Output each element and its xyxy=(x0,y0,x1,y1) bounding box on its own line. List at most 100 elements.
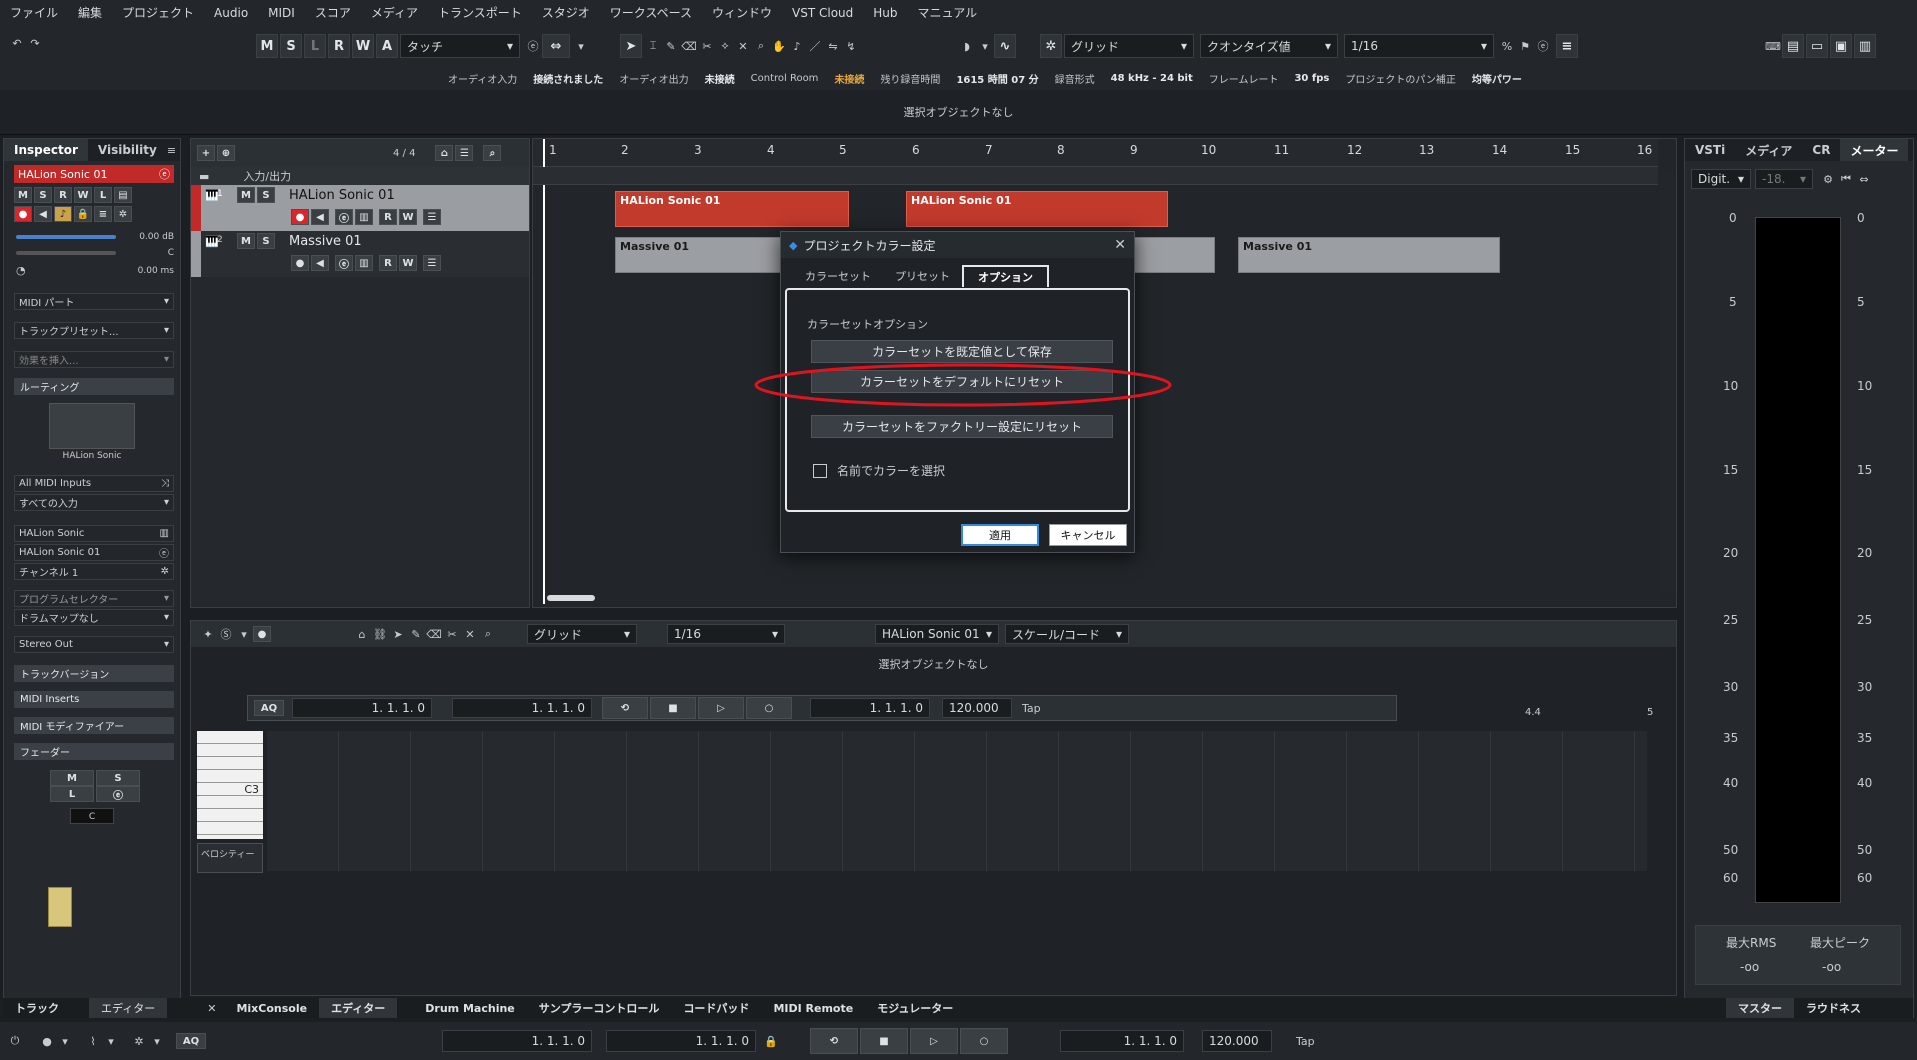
track-record-button[interactable]: ● xyxy=(291,255,309,271)
close-icon[interactable]: ✕ xyxy=(207,1002,216,1015)
bottom-right-locator[interactable]: 1. 1. 1. 0 xyxy=(606,1030,756,1052)
quantize-value-select[interactable]: 1/16 ▾ xyxy=(1344,34,1494,58)
track-solo-button[interactable]: S xyxy=(257,233,275,249)
lanes-icon[interactable]: ≡ xyxy=(1556,34,1578,58)
write-button[interactable]: W xyxy=(352,34,374,58)
volume-value[interactable]: 0.00 dB xyxy=(139,232,174,242)
tap-label[interactable]: Tap xyxy=(1022,702,1041,715)
tab-drum-machine[interactable]: Drum Machine xyxy=(413,998,526,1018)
record-editor-icon[interactable]: ● xyxy=(253,626,271,642)
inspector-freeze-icon[interactable]: ▤ xyxy=(114,187,132,203)
menu-edit[interactable]: 編集 xyxy=(68,0,112,26)
tab-sampler-control[interactable]: サンプラーコントロール xyxy=(527,998,672,1018)
insert-effect-select[interactable]: 効果を挿入... ▾ xyxy=(14,351,174,368)
velocity-lane-label[interactable]: ベロシティー xyxy=(197,843,263,873)
chevron-down-icon[interactable]: ▾ xyxy=(102,1032,120,1050)
fader-handle[interactable] xyxy=(48,887,72,927)
bars-icon[interactable]: ▥ xyxy=(160,528,169,539)
inspector-record-button[interactable]: ● xyxy=(14,206,32,222)
horizontal-scrollbar[interactable] xyxy=(547,595,595,601)
mute-tool-icon[interactable]: ✕ xyxy=(734,37,752,55)
record-icon[interactable]: ○ xyxy=(746,697,792,719)
piano-keyboard[interactable]: C3 xyxy=(197,731,263,839)
vertical-scrollbar[interactable] xyxy=(1660,171,1674,591)
midi-input-select[interactable]: All MIDI Inputs ⤨ xyxy=(14,475,174,492)
channel-select[interactable]: チャンネル 1 ✲ xyxy=(14,563,174,580)
max-peak-value[interactable]: -oo xyxy=(1822,960,1841,974)
track-mute-button[interactable]: M xyxy=(237,233,255,249)
audio-out-value[interactable]: 未接続 xyxy=(697,71,743,86)
edit-instrument-icon[interactable]: ⓔ xyxy=(159,166,170,182)
midi-inserts-section[interactable]: MIDI Inserts xyxy=(14,691,174,708)
all-inputs-select[interactable]: すべての入力 ▾ xyxy=(14,494,174,511)
automation-button[interactable]: A xyxy=(376,34,398,58)
punch-icon[interactable]: ✲ xyxy=(130,1032,148,1050)
clip-massive-2[interactable]: Massive 01 xyxy=(1238,237,1500,273)
primary-time-display[interactable]: 1. 1. 1. 0 xyxy=(810,698,930,718)
select-tool-icon[interactable]: ➤ xyxy=(389,625,407,643)
power-icon[interactable]: ⏻ xyxy=(6,1032,24,1050)
track-record-button[interactable]: ● xyxy=(291,209,309,225)
right-zone-icon[interactable]: ▥ xyxy=(1854,34,1876,58)
apply-button[interactable]: 適用 xyxy=(961,524,1039,546)
rec-format-value[interactable]: 48 kHz - 24 bit xyxy=(1103,73,1201,84)
waveform-icon[interactable]: ⌇ xyxy=(84,1032,102,1050)
track-lanes-icon[interactable]: ☰ xyxy=(423,209,441,225)
shuffle-icon[interactable]: ⤨ xyxy=(161,478,169,489)
bottom-auto-quantize-button[interactable]: AQ xyxy=(176,1033,206,1049)
rec-time-value[interactable]: 1615 時間 07 分 xyxy=(948,71,1046,86)
solo-all-button[interactable]: S xyxy=(280,34,302,58)
menu-project[interactable]: プロジェクト xyxy=(112,0,204,26)
max-rms-value[interactable]: -oo xyxy=(1740,960,1759,974)
chevron-down-icon[interactable]: ▾ xyxy=(148,1032,166,1050)
dialog-tab-preset[interactable]: プリセット xyxy=(883,268,962,284)
tab-mixconsole[interactable]: MixConsole xyxy=(224,998,319,1018)
routing-section[interactable]: ルーティング xyxy=(14,378,174,395)
inspector-listen-button[interactable]: L xyxy=(94,187,112,203)
pencil-icon[interactable]: ✎ xyxy=(407,625,425,643)
lower-zone-icon[interactable]: ▭ xyxy=(1806,34,1828,58)
quantize-type-select[interactable]: クオンタイズ値 ▾ xyxy=(1200,34,1338,58)
menu-hub[interactable]: Hub xyxy=(863,0,907,26)
tab-midi-remote[interactable]: MIDI Remote xyxy=(761,998,865,1018)
tab-editor-left[interactable]: エディター xyxy=(89,998,168,1018)
list-icon[interactable]: ☰ xyxy=(455,145,474,161)
star-icon[interactable]: ✲ xyxy=(161,566,169,577)
fader-mute-button[interactable]: M xyxy=(50,770,94,786)
chevron-down-icon[interactable]: ▾ xyxy=(976,37,994,55)
solo-editor-icon[interactable]: Ⓢ xyxy=(217,625,235,643)
fader-edit-icon[interactable]: ⓔ xyxy=(96,786,140,802)
link-icon[interactable]: ⛓ xyxy=(371,625,389,643)
track-versions-section[interactable]: トラックバージョン xyxy=(14,665,174,682)
bottom-stop-icon[interactable]: ■ xyxy=(860,1028,908,1054)
inspector-write-button[interactable]: W xyxy=(74,187,92,203)
tab-chord-pads[interactable]: コードパッド xyxy=(671,998,761,1018)
cycle-icon[interactable]: ⟲ xyxy=(602,697,648,719)
fader-section[interactable]: フェーダー xyxy=(14,743,174,760)
editor-instrument-select[interactable]: HALion Sonic 01 ▾ xyxy=(875,624,999,644)
menu-vst-cloud[interactable]: VST Cloud xyxy=(782,0,863,26)
track-write-button[interactable]: W xyxy=(399,209,417,225)
tab-modulator[interactable]: モジュレーター xyxy=(865,998,965,1018)
menu-window[interactable]: ウィンドウ xyxy=(702,0,782,26)
clip-halion-1[interactable]: HALion Sonic 01 xyxy=(615,191,849,227)
track-read-button[interactable]: R xyxy=(379,255,397,271)
reset-colorset-factory-button[interactable]: カラーセットをファクトリー設定にリセット xyxy=(811,415,1113,438)
audio-in-value[interactable]: 接続されました xyxy=(525,71,611,86)
iterative-quantize-icon[interactable]: % xyxy=(1498,37,1516,55)
bottom-tap-label[interactable]: Tap xyxy=(1296,1035,1315,1048)
track-keys-icon[interactable]: ▥ xyxy=(355,209,373,225)
track-keys-icon[interactable]: ▥ xyxy=(355,255,373,271)
program-selector[interactable]: プログラムセレクター ▾ xyxy=(14,590,174,607)
e-icon[interactable]: ⓔ xyxy=(1534,37,1552,55)
automation-mode-select[interactable]: タッチ ▾ xyxy=(400,34,520,58)
menu-midi[interactable]: MIDI xyxy=(258,0,305,26)
folder-track[interactable]: ▬ 入力/出力 xyxy=(191,167,529,185)
inspector-lane-icon[interactable]: ≡ xyxy=(94,206,112,222)
menu-file[interactable]: ファイル xyxy=(0,0,68,26)
hand-icon[interactable]: ✋ xyxy=(770,37,788,55)
e-icon[interactable]: ⓔ xyxy=(159,545,169,560)
track-row-massive[interactable]: 🎹 2 M S Massive 01 ● ◀ ⓔ ▥ R W ☰ xyxy=(191,231,529,277)
track-edit-icon[interactable]: ⓔ xyxy=(335,255,353,271)
timeline-ruler[interactable]: 1 2 3 4 5 6 7 8 9 10 11 12 13 14 15 16 xyxy=(533,139,1658,167)
